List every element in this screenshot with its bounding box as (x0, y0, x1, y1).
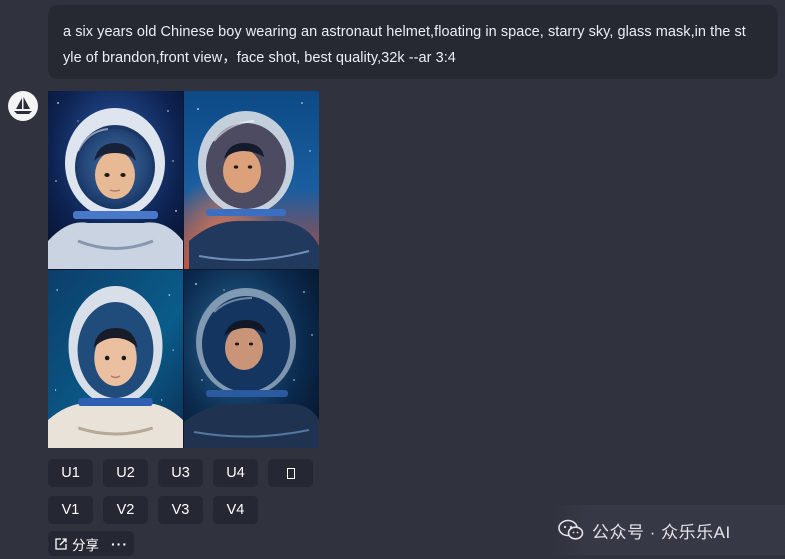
prompt-line-2: yle of brandon,front view，face shot, bes… (63, 50, 456, 66)
bot-avatar[interactable] (8, 91, 38, 121)
prompt-line-1: a six years old Chinese boy wearing an a… (63, 24, 746, 40)
image-grid[interactable] (48, 91, 319, 448)
chat-panel: a six years old Chinese boy wearing an a… (0, 0, 785, 559)
variation-button-2[interactable]: V2 (103, 496, 148, 524)
watermark: 公众号 · 众乐乐AI (548, 505, 785, 555)
share-button[interactable]: 分享 (54, 534, 99, 554)
variation-button-3[interactable]: V3 (158, 496, 203, 524)
generated-image-1[interactable] (48, 91, 183, 269)
upscale-button-row: U1 U2 U3 U4 (48, 459, 313, 487)
upscale-button-1[interactable]: U1 (48, 459, 93, 487)
share-label: 分享 (72, 537, 99, 553)
prompt-message: a six years old Chinese boy wearing an a… (48, 5, 778, 79)
more-options-button[interactable]: ··· (111, 537, 128, 551)
upscale-button-4[interactable]: U4 (213, 459, 258, 487)
wechat-icon (558, 519, 584, 540)
generated-image-3[interactable] (48, 270, 183, 448)
variation-button-1[interactable]: V1 (48, 496, 93, 524)
upscale-button-2[interactable]: U2 (103, 459, 148, 487)
missing-glyph-icon (286, 467, 295, 479)
share-toolbar: 分享 ··· (48, 531, 134, 556)
generated-image-2[interactable] (184, 91, 319, 269)
variation-button-row: V1 V2 V3 V4 (48, 496, 258, 524)
variation-button-4[interactable]: V4 (213, 496, 258, 524)
generated-image-4[interactable] (184, 270, 319, 448)
reroll-button[interactable] (268, 459, 313, 487)
upscale-button-3[interactable]: U3 (158, 459, 203, 487)
sailboat-icon (14, 97, 32, 114)
share-icon (55, 537, 67, 550)
watermark-text: 公众号 · 众乐乐AI (592, 522, 731, 542)
